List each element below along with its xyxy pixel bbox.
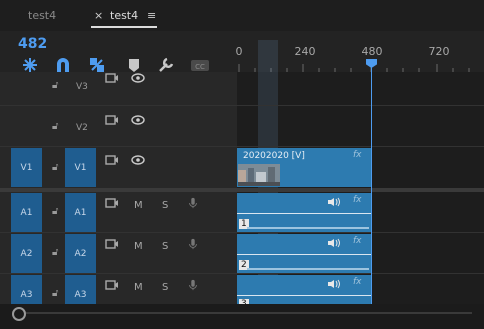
active-tab-indicator [91,26,157,28]
track-target-v1[interactable]: V1 [65,148,96,187]
solo-button[interactable]: S [162,241,168,252]
video-clip-name: 20202020 [V] [243,151,305,161]
microphone-icon[interactable] [186,197,200,209]
volume-rubberband[interactable] [237,254,371,255]
track-divider [0,273,484,274]
tab-test4-active[interactable]: test4 [110,9,138,22]
volume-keyframe-icon [328,279,340,289]
sync-lock-icon[interactable] [105,114,119,126]
sync-lock-icon[interactable] [105,197,119,209]
sync-lock-icon[interactable] [105,154,119,166]
ruler-label-240: 240 [294,45,316,58]
fx-badge: fx [353,236,362,246]
eye-visibility-icon[interactable] [131,154,145,166]
microphone-icon[interactable] [186,279,200,291]
horizontal-zoom-scrollbar[interactable] [0,304,484,329]
mute-button[interactable]: M [134,241,143,252]
source-patch-a1[interactable]: A1 [11,193,42,232]
svg-text:CC: CC [195,63,205,71]
sequence-tab-bar: test4 × test4 ≡ [0,0,484,31]
mute-button[interactable]: M [134,200,143,211]
audio-clip-a1[interactable]: fx 1 [237,193,371,232]
playhead-line[interactable] [371,64,372,304]
video-thumbnail [238,164,280,186]
track-label-v2: V2 [76,123,88,133]
track-target-a1[interactable]: A1 [65,193,96,232]
waveform [247,268,369,270]
lock-icon[interactable]: 🔓︎ [52,247,58,258]
track-divider [0,105,484,106]
solo-button[interactable]: S [162,200,168,211]
tab-menu-icon[interactable]: ≡ [147,9,156,22]
track-label-v3: V3 [76,82,88,92]
sync-lock-icon[interactable] [105,72,119,84]
playhead-timecode[interactable]: 482 [18,36,47,52]
track-target-a2[interactable]: A2 [65,234,96,273]
mute-button[interactable]: M [134,282,143,293]
volume-rubberband[interactable] [237,295,371,296]
fx-badge: fx [353,150,362,160]
sync-lock-icon[interactable] [105,279,119,291]
fx-badge: fx [353,277,362,287]
source-patch-a2[interactable]: A2 [11,234,42,273]
waveform [247,227,369,229]
lock-icon[interactable]: 🔓︎ [52,206,58,217]
lock-icon[interactable]: 🔓︎ [52,162,58,173]
audio-clip-a2[interactable]: fx 2 [237,234,371,273]
zoom-scroll-handle[interactable] [12,307,26,321]
volume-keyframe-icon [328,197,340,207]
ruler-label-720: 720 [428,45,450,58]
source-patch-v1[interactable]: V1 [11,148,42,187]
zoom-scroll-track[interactable] [26,312,472,314]
volume-keyframe-icon [328,238,340,248]
tab-close-icon[interactable]: × [94,9,103,22]
eye-visibility-icon[interactable] [131,114,145,126]
solo-button[interactable]: S [162,282,168,293]
lock-icon[interactable]: 🔓︎ [52,121,58,132]
volume-rubberband[interactable] [237,213,371,214]
track-divider [0,232,484,233]
eye-visibility-icon[interactable] [131,72,145,84]
lock-icon[interactable]: 🔓︎ [52,288,58,299]
microphone-icon[interactable] [186,238,200,250]
ruler-label-0: 0 [235,45,243,58]
audio-video-divider[interactable] [0,188,484,192]
fx-badge: fx [353,195,362,205]
sync-lock-icon[interactable] [105,238,119,250]
ruler-label-480: 480 [361,45,383,58]
lock-icon[interactable]: 🔓︎ [52,80,58,91]
audio-clip-a3[interactable]: fx 3 [237,275,371,309]
video-clip[interactable]: 20202020 [V] fx [237,148,371,187]
tab-test4-inactive[interactable]: test4 [28,9,56,22]
track-divider [0,146,484,147]
